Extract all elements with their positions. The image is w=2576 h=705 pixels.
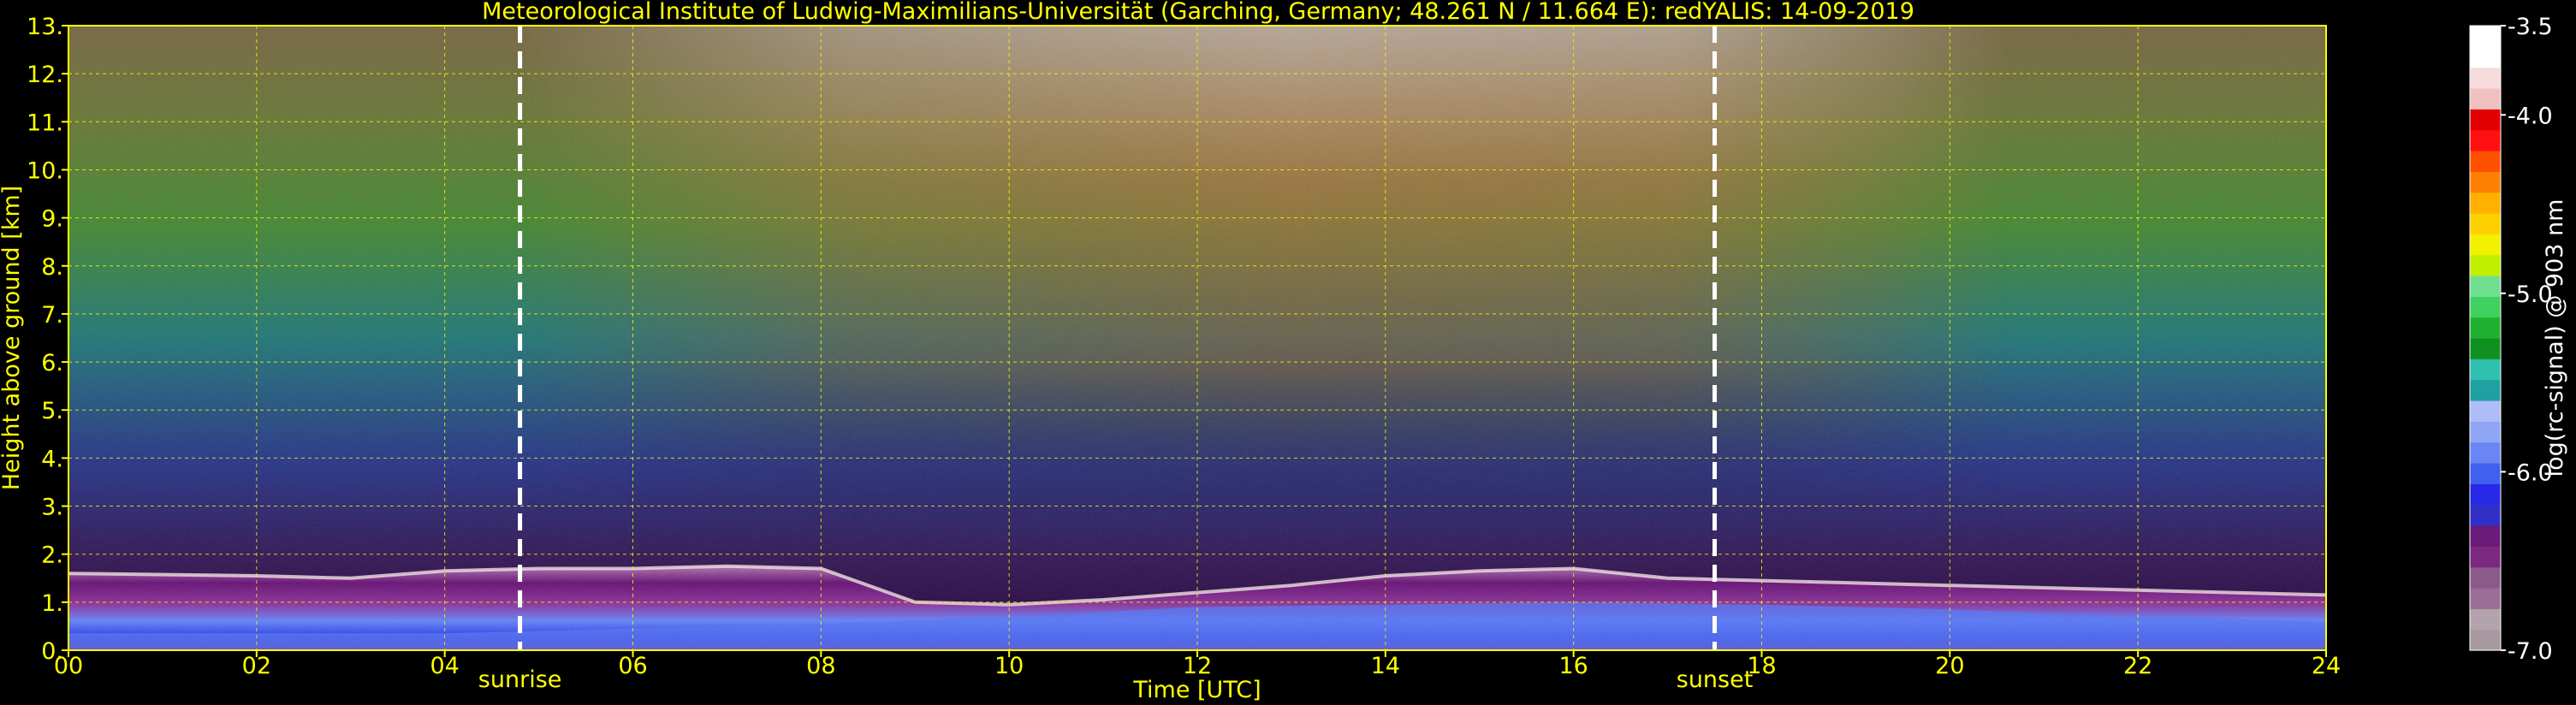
colorbar-segment (2470, 151, 2501, 172)
colorbar-segment (2470, 421, 2501, 443)
colorbar-tick-label: -7.0 (2508, 638, 2553, 665)
colorbar-segment (2470, 296, 2501, 318)
colorbar-segment (2470, 566, 2501, 589)
colorbar-segment (2470, 67, 2501, 89)
colorbar-segment (2470, 46, 2501, 68)
chart-title: Meteorological Institute of Ludwig-Maxim… (482, 0, 1914, 25)
colorbar-segment (2470, 463, 2501, 484)
y-tick-label: 8. (41, 254, 63, 281)
y-tick-label: 9. (41, 206, 63, 233)
colorbar-segment (2470, 504, 2501, 526)
x-tick-label: 12 (1183, 653, 1212, 679)
y-tick-label: 6. (41, 350, 63, 376)
x-tick-label: 14 (1371, 653, 1400, 679)
colorbar-segment (2470, 400, 2501, 422)
colorbar-segment (2470, 109, 2501, 131)
colorbar-segment (2470, 88, 2501, 110)
x-tick-label: 08 (806, 653, 835, 679)
colorbar-segment (2470, 213, 2501, 234)
colorbar-segment (2470, 588, 2501, 609)
colorbar-segment (2470, 525, 2501, 547)
y-tick-label: 5. (41, 398, 63, 424)
colorbar-label: log(rc-signal) @ 903 nm (2542, 199, 2568, 477)
sunrise-label: sunrise (478, 666, 562, 693)
colorbar-segment (2470, 608, 2501, 631)
x-tick-label: 24 (2312, 653, 2341, 679)
y-tick-label: 10. (27, 157, 63, 184)
colorbar-segment (2470, 129, 2501, 151)
colorbar-segment (2470, 629, 2501, 651)
colorbar-segment (2470, 483, 2501, 506)
y-tick-label: 2. (41, 542, 63, 569)
colorbar-segment (2470, 171, 2501, 193)
y-tick-label: 11. (27, 110, 63, 136)
y-axis-label: Height above ground [km] (0, 186, 25, 490)
x-tick-label: 18 (1747, 653, 1776, 679)
colorbar-segment (2470, 234, 2501, 256)
y-axis-ticks: 0. 1. 2. 3. 4. 5. 6. 7. 8. 9. 10. 11. 12. 13. (27, 14, 68, 665)
y-tick-label: 0. (41, 638, 63, 665)
colorbar (2469, 25, 2502, 651)
x-tick-label: 22 (2123, 653, 2152, 679)
colorbar-tick-label: -4.0 (2508, 103, 2553, 129)
colorbar-segment (2470, 379, 2501, 401)
x-tick-label: 16 (1558, 653, 1588, 679)
x-tick-label: 06 (618, 653, 647, 679)
colorbar-segment (2470, 26, 2501, 47)
x-tick-label: 10 (994, 653, 1024, 679)
y-tick-label: 1. (41, 590, 63, 617)
colorbar-tick-label: -3.5 (2508, 14, 2553, 40)
plot-area: sunrise sunset (68, 25, 2327, 693)
colorbar-segment (2470, 275, 2501, 297)
colorbar-segment (2470, 338, 2501, 359)
y-tick-label: 13. (27, 14, 63, 40)
x-tick-label: 20 (1935, 653, 1964, 679)
colorbar-segment (2470, 192, 2501, 214)
colorbar-segment (2470, 441, 2501, 464)
y-tick-label: 12. (27, 62, 63, 88)
x-tick-label: 02 (242, 653, 271, 679)
y-tick-label: 3. (41, 495, 63, 521)
y-tick-label: 7. (41, 302, 63, 329)
colorbar-segment (2470, 254, 2501, 276)
colorbar-segment (2470, 317, 2501, 339)
signal-noise-texture (68, 26, 2326, 650)
sunset-label: sunset (1677, 666, 1754, 693)
colorbar-segment (2470, 546, 2501, 568)
y-tick-label: 4. (41, 446, 63, 472)
colorbar-segment (2470, 358, 2501, 381)
lidar-quicklook-chart: Meteorological Institute of Ludwig-Maxim… (0, 0, 2568, 703)
x-axis-ticks: 00 02 04 06 08 10 12 14 16 18 20 22 24 (54, 650, 2341, 679)
x-axis-label: Time [UTC] (1132, 677, 1261, 703)
x-tick-label: 04 (430, 653, 459, 679)
